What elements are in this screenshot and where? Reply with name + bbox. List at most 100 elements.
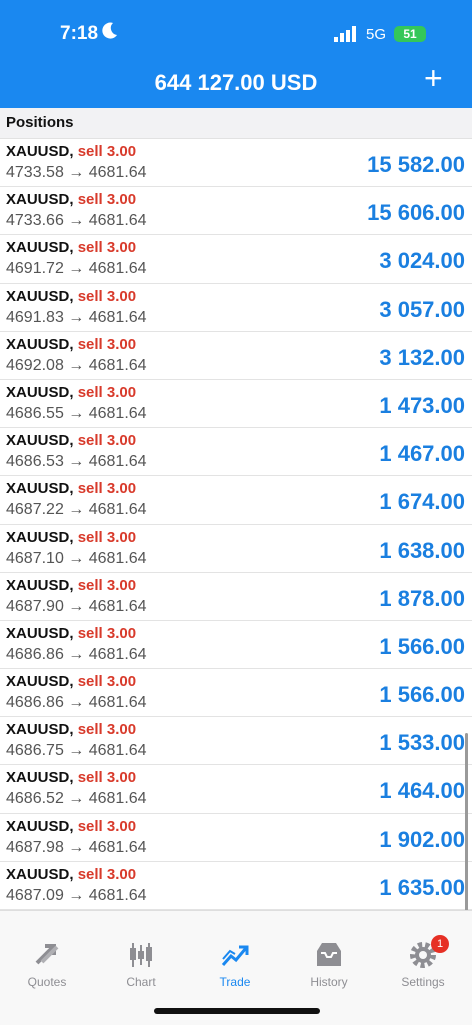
position-title: XAUUSD, sell 3.00 xyxy=(6,818,136,835)
position-title: XAUUSD, sell 3.00 xyxy=(6,529,136,546)
side-label: sell 3.00 xyxy=(77,769,137,787)
position-row[interactable]: XAUUSD, sell 3.00 4686.52 → 4681.64 1 464.… xyxy=(0,765,472,814)
symbol-label: XAUUSD, xyxy=(6,528,74,546)
position-row[interactable]: XAUUSD, sell 3.00 4686.86 → 4681.64 1 566.… xyxy=(0,621,472,670)
symbol-label: XAUUSD, xyxy=(6,673,74,691)
profit-value: 3 132.00 xyxy=(379,344,465,370)
price-range: 4687.90 → 4681.64 xyxy=(6,597,147,615)
top-bar: 7:18 5G 51 644 127.00 USD + xyxy=(0,0,472,108)
position-title: XAUUSD, sell 3.00 xyxy=(6,673,136,690)
history-icon xyxy=(317,943,341,966)
tab-settings[interactable]: 1 Settings xyxy=(376,935,470,989)
position-title: XAUUSD, sell 3.00 xyxy=(6,432,136,449)
position-row[interactable]: XAUUSD, sell 3.00 4687.09 → 4681.64 1 635.… xyxy=(0,862,472,910)
profit-value: 1 467.00 xyxy=(379,441,465,467)
position-title: XAUUSD, sell 3.00 xyxy=(6,866,136,883)
side-label: sell 3.00 xyxy=(77,143,137,160)
price-range: 4686.55 → 4681.64 xyxy=(6,404,147,422)
price-range: 4733.66 → 4681.64 xyxy=(6,212,147,230)
price-range: 4691.83 → 4681.64 xyxy=(6,308,147,326)
position-row[interactable]: XAUUSD, sell 3.00 4733.66 → 4681.64 15 606… xyxy=(0,187,472,236)
profit-value: 1 566.00 xyxy=(379,633,465,659)
position-row[interactable]: XAUUSD, sell 3.00 4687.10 → 4681.64 1 638.… xyxy=(0,525,472,573)
tab-label: History xyxy=(310,975,348,989)
position-row[interactable]: XAUUSD, sell 3.00 4733.58 → 4681.64 15 582… xyxy=(0,139,472,188)
positions-list: XAUUSD, sell 3.00 4733.58 → 4681.64 15 582… xyxy=(0,139,472,910)
position-row[interactable]: XAUUSD, sell 3.00 4687.22 → 4681.64 1 674.… xyxy=(0,476,472,525)
price-range: 4733.58 → 4681.64 xyxy=(6,164,147,181)
price-range: 4686.52 → 4681.64 xyxy=(6,790,147,808)
profit-value: 1 566.00 xyxy=(379,682,465,708)
profit-value: 1 464.00 xyxy=(379,778,465,804)
profit-value: 1 533.00 xyxy=(379,730,465,756)
position-title: XAUUSD, sell 3.00 xyxy=(6,239,136,256)
symbol-label: XAUUSD, xyxy=(6,239,74,257)
side-label: sell 3.00 xyxy=(77,191,137,209)
position-title: XAUUSD, sell 3.00 xyxy=(6,625,136,642)
profit-value: 1 638.00 xyxy=(379,537,465,563)
position-title: XAUUSD, sell 3.00 xyxy=(6,480,136,497)
home-indicator xyxy=(154,1008,320,1014)
position-row[interactable]: XAUUSD, sell 3.00 4687.90 → 4681.64 1 878.… xyxy=(0,573,472,621)
profit-value: 1 635.00 xyxy=(379,874,465,900)
symbol-label: XAUUSD, xyxy=(6,865,74,883)
price-range: 4686.86 → 4681.64 xyxy=(6,694,147,712)
price-range: 4687.10 → 4681.64 xyxy=(6,549,147,567)
symbol-label: XAUUSD, xyxy=(6,480,74,498)
tab-quotes[interactable]: Quotes xyxy=(0,941,94,989)
position-row[interactable]: XAUUSD, sell 3.00 4691.83 → 4681.64 3 057.… xyxy=(0,284,472,332)
symbol-label: XAUUSD, xyxy=(6,432,74,450)
price-range: 4686.53 → 4681.64 xyxy=(6,453,147,471)
side-label: sell 3.00 xyxy=(77,287,137,305)
profit-value: 3 024.00 xyxy=(379,248,465,274)
tab-label: Quotes xyxy=(27,975,67,989)
tab-label: Chart xyxy=(126,975,156,989)
positions-header: Positions xyxy=(0,108,472,139)
position-row[interactable]: XAUUSD, sell 3.00 4686.53 → 4681.64 1 467.… xyxy=(0,428,472,477)
symbol-label: XAUUSD, xyxy=(6,721,74,739)
scrollbar[interactable] xyxy=(465,733,468,928)
price-range: 4691.72 → 4681.64 xyxy=(6,260,147,278)
profit-value: 15 606.00 xyxy=(367,200,465,226)
side-label: sell 3.00 xyxy=(77,817,137,835)
add-order-button[interactable]: + xyxy=(424,62,443,94)
position-row[interactable]: XAUUSD, sell 3.00 4686.55 → 4681.64 1 473.… xyxy=(0,380,472,429)
symbol-label: XAUUSD, xyxy=(6,335,74,353)
tab-label: Settings xyxy=(401,975,445,989)
position-title: XAUUSD, sell 3.00 xyxy=(6,191,136,208)
side-label: sell 3.00 xyxy=(77,480,137,498)
tab-trade[interactable]: Trade xyxy=(188,941,282,989)
side-label: sell 3.00 xyxy=(77,624,137,642)
position-row[interactable]: XAUUSD, sell 3.00 4691.72 → 4681.64 3 024.… xyxy=(0,235,472,284)
position-title: XAUUSD, sell 3.00 xyxy=(6,336,136,353)
quotes-icon xyxy=(35,944,59,965)
signal-icon xyxy=(334,26,356,42)
symbol-label: XAUUSD, xyxy=(6,287,74,305)
side-label: sell 3.00 xyxy=(77,721,137,739)
position-row[interactable]: XAUUSD, sell 3.00 4686.75 → 4681.64 1 533.… xyxy=(0,717,472,766)
position-title: XAUUSD, sell 3.00 xyxy=(6,143,136,160)
account-balance: 644 127.00 USD xyxy=(154,70,318,95)
status-time: 7:18 xyxy=(60,23,99,44)
moon-icon xyxy=(102,22,117,39)
trade-icon xyxy=(221,945,249,966)
profit-value: 1 902.00 xyxy=(379,826,465,852)
position-title: XAUUSD, sell 3.00 xyxy=(6,577,136,594)
tab-history[interactable]: History xyxy=(282,941,376,989)
position-row[interactable]: XAUUSD, sell 3.00 4687.98 → 4681.64 1 902.… xyxy=(0,814,472,862)
profit-value: 1 674.00 xyxy=(379,489,465,515)
position-row[interactable]: XAUUSD, sell 3.00 4692.08 → 4681.64 3 132.… xyxy=(0,332,472,380)
tab-chart[interactable]: Chart xyxy=(94,941,188,989)
symbol-label: XAUUSD, xyxy=(6,191,74,209)
price-range: 4687.98 → 4681.64 xyxy=(6,838,147,856)
symbol-label: XAUUSD, xyxy=(6,817,74,835)
price-range: 4686.86 → 4681.64 xyxy=(6,645,147,663)
side-label: sell 3.00 xyxy=(77,528,137,546)
position-title: XAUUSD, sell 3.00 xyxy=(6,288,136,305)
position-row[interactable]: XAUUSD, sell 3.00 4686.86 → 4681.64 1 566.… xyxy=(0,669,472,718)
side-label: sell 3.00 xyxy=(77,576,137,594)
price-range: 4686.75 → 4681.64 xyxy=(6,742,147,760)
price-range: 4687.09 → 4681.64 xyxy=(6,886,147,904)
symbol-label: XAUUSD, xyxy=(6,143,74,160)
side-label: sell 3.00 xyxy=(77,865,137,883)
